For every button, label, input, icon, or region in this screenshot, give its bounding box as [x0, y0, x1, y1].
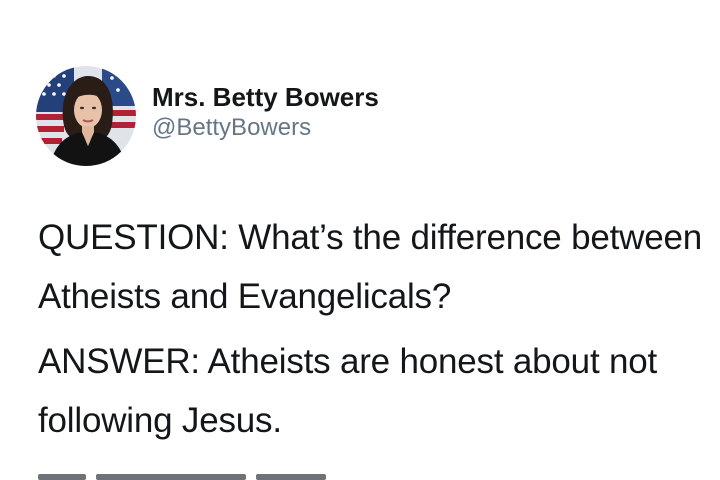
author-names: Mrs. Betty Bowers @BettyBowers: [152, 81, 379, 143]
tweet-paragraph-question: QUESTION: What’s the difference between …: [38, 218, 703, 316]
cropped-text-remnant: [38, 466, 378, 480]
profile-photo-icon: [36, 66, 136, 166]
tweet-header: Mrs. Betty Bowers @BettyBowers: [36, 66, 379, 166]
author-display-name[interactable]: Mrs. Betty Bowers: [152, 81, 379, 113]
tweet-text: QUESTION: What’s the difference between …: [38, 208, 708, 450]
avatar[interactable]: [36, 66, 136, 166]
cropped-word: [38, 474, 86, 480]
tweet-paragraph-answer: ANSWER: Atheists are honest about not fo…: [38, 342, 658, 440]
cropped-word: [256, 474, 326, 480]
tweet-card: Mrs. Betty Bowers @BettyBowers QUESTION:…: [0, 0, 720, 480]
cropped-word: [96, 474, 246, 480]
author-handle[interactable]: @BettyBowers: [152, 113, 379, 143]
